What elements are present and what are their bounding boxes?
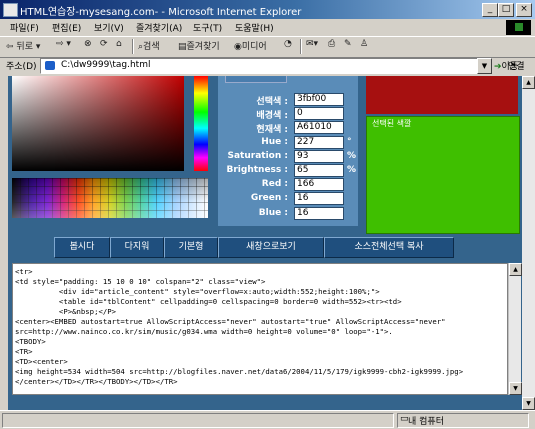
property-value-field[interactable]: 166: [294, 178, 344, 192]
property-label: Saturation :: [227, 150, 289, 161]
selected-color-swatch: [366, 116, 520, 234]
search-label: 검색: [143, 42, 160, 52]
address-input[interactable]: C:\dw9999\tag.html: [40, 58, 492, 74]
property-label: 선택색 :: [256, 97, 288, 107]
toolbar-separator: [300, 39, 302, 54]
property-value-field[interactable]: 0: [294, 107, 344, 121]
favorites-button[interactable]: ▤즐겨찾기: [178, 39, 220, 52]
clear-all-button[interactable]: 다지워: [110, 237, 164, 258]
links-label[interactable]: 연결: [508, 59, 525, 72]
media-icon: ◉: [234, 42, 242, 52]
edit-icon[interactable]: ✎: [344, 39, 352, 49]
property-label: Blue :: [258, 207, 288, 218]
back-button[interactable]: ⇦ 뒤로 ▾: [6, 39, 40, 52]
search-button[interactable]: ⌕검색: [138, 39, 160, 52]
status-message: [2, 413, 394, 428]
stop-icon[interactable]: ⊗: [84, 39, 92, 49]
property-value-field[interactable]: 227: [294, 135, 344, 149]
print-icon[interactable]: ⎙: [328, 39, 335, 49]
select-all-copy-button[interactable]: 소스전체선택 복사: [324, 237, 454, 258]
status-bar: ▭ 내 컴퓨터: [0, 410, 535, 429]
media-label: 미디어: [241, 42, 267, 52]
property-value-field[interactable]: A61010: [294, 121, 344, 135]
close-button[interactable]: ×: [516, 3, 532, 17]
menu-bar: 파일(F) 편집(E) 보기(V) 즐겨찾기(A) 도구(T) 도움말(H): [0, 19, 535, 37]
html-source-textarea[interactable]: <tr> <td style="padding: 15 10 0 10" col…: [12, 263, 508, 395]
address-bar: 주소(D) C:\dw9999\tag.html ▼ ➔이동 연결: [0, 57, 535, 75]
back-label: 뒤로: [16, 42, 33, 52]
scroll-down-icon[interactable]: ▼: [509, 382, 522, 395]
favorites-label: 즐겨찾기: [186, 42, 220, 52]
status-zone-cell: ▭ 내 컴퓨터: [397, 413, 529, 428]
maximize-button[interactable]: □: [498, 3, 514, 17]
forward-arrow-icon: ⇨: [56, 39, 64, 49]
windows-logo-icon: [506, 20, 531, 35]
address-value: C:\dw9999\tag.html: [61, 60, 151, 70]
hue-slider[interactable]: [194, 76, 208, 171]
toolbar-separator: [132, 39, 134, 54]
favorites-icon: ▤: [178, 42, 187, 52]
default-template-button[interactable]: 기본형: [164, 237, 218, 258]
property-value-field[interactable]: 3fbf00: [294, 93, 344, 106]
page-vertical-scrollbar[interactable]: ▲ ▼: [522, 76, 535, 410]
property-value-field[interactable]: 16: [294, 192, 344, 206]
property-value-field[interactable]: 65: [294, 164, 344, 177]
menu-view[interactable]: 보기(V): [94, 21, 124, 34]
property-label: Green :: [250, 193, 288, 204]
go-arrow-icon: ➔: [494, 62, 502, 72]
ie-app-icon: [3, 3, 18, 17]
security-zone-label: 내 컴퓨터: [408, 417, 444, 427]
address-label: 주소(D): [6, 62, 37, 72]
property-label: Hue :: [261, 136, 288, 147]
toolbar: ⇦ 뒤로 ▾ ⇨ ▾ ⊗ ⟳ ⌂ ⌕검색 ▤즐겨찾기 ◉미디어 ◔ ✉▾ ⎙ ✎…: [0, 37, 535, 58]
page-content: 선택색 : 3fbf00 배경색 : 0 현재색 : A61010 Hue : 227 ° Sat…: [8, 76, 522, 410]
menu-edit[interactable]: 편집(E): [52, 21, 81, 34]
property-label: 배경색 :: [256, 111, 288, 122]
page-icon: [45, 61, 55, 70]
menu-help[interactable]: 도움말(H): [235, 21, 274, 34]
page-scroll-up-icon[interactable]: ▲: [522, 76, 535, 89]
current-color-swatch: [366, 76, 518, 114]
selected-color-label: 선택된 색깔: [372, 119, 412, 128]
preview-button[interactable]: 봅시다: [54, 237, 110, 258]
address-dropdown-button[interactable]: ▼: [477, 58, 492, 74]
property-rows: 선택색 : 3fbf00 배경색 : 0 현재색 : A61010 Hue : 227 ° Sat…: [218, 93, 358, 226]
palette-shading: [12, 178, 208, 218]
menu-favorites[interactable]: 즐겨찾기(A): [136, 21, 182, 34]
refresh-icon[interactable]: ⟳: [100, 39, 108, 49]
window-title: HTML연습장-mysesang.com- - Microsoft Intern…: [20, 7, 302, 18]
property-label: Red :: [261, 179, 288, 190]
forward-button[interactable]: ⇨ ▾: [56, 39, 71, 49]
menu-file[interactable]: 파일(F): [10, 21, 39, 34]
title-bar: HTML연습장-mysesang.com- - Microsoft Intern…: [0, 0, 535, 19]
media-button[interactable]: ◉미디어: [234, 39, 267, 52]
open-new-window-button[interactable]: 새창으로보기: [218, 237, 324, 258]
property-unit: %: [347, 150, 357, 161]
flag-icon: [515, 23, 523, 31]
home-icon[interactable]: ⌂: [116, 39, 122, 49]
scroll-up-icon[interactable]: ▲: [509, 263, 522, 276]
minimize-button[interactable]: _: [482, 3, 498, 17]
menu-tools[interactable]: 도구(T): [193, 21, 222, 34]
history-icon[interactable]: ◔: [284, 39, 292, 49]
mail-icon[interactable]: ✉▾: [306, 39, 318, 49]
back-arrow-icon: ⇦: [6, 42, 14, 52]
panel-header-tab: [225, 76, 287, 83]
property-value-field[interactable]: 16: [294, 206, 344, 220]
property-unit: °: [347, 136, 352, 147]
property-label: 현재색 :: [256, 125, 288, 136]
source-scrollbar[interactable]: ▲ ▼: [508, 263, 522, 395]
color-gradient-field[interactable]: [12, 76, 184, 171]
messenger-icon[interactable]: ♙: [360, 39, 368, 49]
property-value-field[interactable]: 93: [294, 149, 344, 163]
page-scroll-down-icon[interactable]: ▼: [522, 397, 535, 410]
property-label: Brightness :: [226, 165, 289, 175]
property-unit: %: [347, 165, 357, 175]
